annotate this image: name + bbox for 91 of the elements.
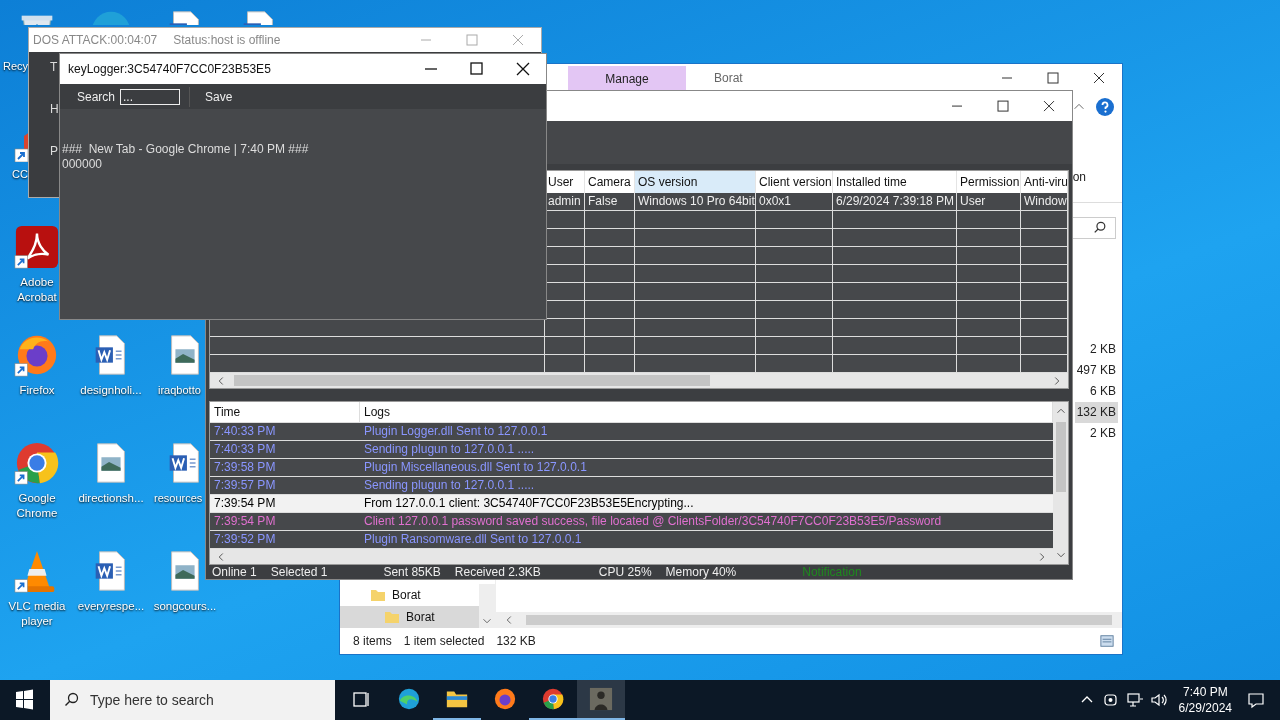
desktop-icon-label: VLC media player: [7, 599, 67, 629]
search-label: Search: [77, 89, 116, 104]
log-time: 7:39:58 PM: [213, 459, 277, 476]
table-cell: 0x0x1: [756, 193, 833, 210]
desktop-icon-label: designholi...: [79, 383, 143, 398]
file-size[interactable]: 497 KB: [1074, 360, 1118, 381]
column-header[interactable]: Anti-viru: [1021, 171, 1068, 193]
window-title: DOS ATTACK:00:04:07: [33, 33, 158, 47]
scrollbar[interactable]: [210, 373, 1068, 388]
column-header[interactable]: Installed time: [833, 171, 957, 193]
log-message: Plugin Ransomware.dll Sent to 127.0.0.1: [363, 531, 583, 548]
log-time: 7:39:54 PM: [213, 513, 277, 530]
file-size[interactable]: 2 KB: [1088, 339, 1118, 360]
table-cell: User: [957, 193, 1021, 210]
notification-label: Notification: [802, 565, 862, 579]
log-message: Plugin Miscellaneous.dll Sent to 127.0.0.1: [363, 459, 588, 476]
save-button[interactable]: Save: [199, 87, 239, 106]
details-view-icon[interactable]: [1100, 634, 1114, 648]
folder-icon: [370, 587, 386, 603]
status-text: Received 2.3KB: [454, 565, 541, 579]
scrollbar[interactable]: [1053, 402, 1068, 564]
file-size[interactable]: 6 KB: [1088, 381, 1118, 402]
scrollbar[interactable]: [496, 612, 1122, 628]
log-message: Client 127.0.0.1 password saved success, file located @ ClientsFolder/3C54740F7CC0F23B53E5/Password: [363, 513, 943, 530]
status-text: 132 KB: [496, 634, 536, 648]
status-text: Sent 85KB: [383, 565, 441, 579]
log-message: Sending plugun to 127.0.0.1 .....: [363, 477, 536, 494]
desktop-icon-label: resources: [154, 491, 203, 506]
scrollbar-thumb[interactable]: [526, 615, 1112, 625]
log-message: From 127.0.0.1 client: 3C54740F7CC0F23B53E5Encrypting...: [363, 495, 695, 512]
scrollbar[interactable]: [210, 549, 1053, 564]
log-time: 7:39:57 PM: [213, 477, 277, 494]
desktop-icon-label: songcours...: [152, 599, 218, 614]
status-text: CPU 25%: [598, 565, 652, 579]
ribbon-tab[interactable]: Manage: [568, 66, 686, 92]
desktop-icon-label: Recy: [3, 59, 29, 74]
tree-item[interactable]: Borat: [340, 606, 479, 628]
table-cell: False: [585, 193, 635, 210]
table-cell: 6/29/2024 7:39:18 PM: [833, 193, 957, 210]
search-field[interactable]: ...: [120, 88, 181, 105]
notification-icon[interactable]: [1246, 690, 1266, 710]
desktop-icon-label: Google Chrome: [15, 491, 59, 521]
desktop-icon-label: directionsh...: [77, 491, 145, 506]
log-message: Plugin Logger.dll Sent to 127.0.0.1: [363, 423, 549, 440]
status-text: Memory 40%: [665, 565, 737, 579]
table-cell: Windows 10 Pro 64bit: [635, 193, 756, 210]
window-title: keyLogger:3C54740F7CC0F23B53E5: [68, 62, 271, 76]
status-text: 1 item selected: [403, 634, 485, 648]
status-text: Status:host is offline: [173, 33, 281, 47]
network-icon[interactable]: [1124, 690, 1145, 710]
status-text: Selected 1: [270, 565, 328, 579]
log-line: 000000: [62, 157, 104, 172]
log-line: ### New Tab - Google Chrome | 7:40 PM ###: [62, 142, 310, 157]
help-icon[interactable]: [1096, 98, 1114, 116]
desktop-icon-label: CC: [12, 167, 28, 182]
scrollbar-thumb[interactable]: [234, 375, 710, 386]
scrollbar[interactable]: [479, 584, 495, 628]
ribbon-label: on: [1072, 170, 1086, 184]
log-time: 7:39:52 PM: [213, 531, 277, 548]
log-time: 7:39:54 PM: [213, 495, 277, 512]
clock-time[interactable]: 7:40 PM: [1182, 684, 1228, 700]
search-field[interactable]: Type here to search: [50, 680, 335, 720]
status-text: Online 1: [212, 565, 257, 579]
table-cell: Window: [1021, 193, 1068, 210]
column-header[interactable]: Client version: [756, 171, 833, 193]
desktop-icon-label: Adobe Acrobat: [16, 275, 58, 305]
desktop-icon-label: iraqbotto: [158, 383, 201, 398]
status-text: 8 items: [353, 634, 392, 648]
clock-date[interactable]: 6/29/2024: [1178, 700, 1232, 716]
column-header[interactable]: Time: [210, 402, 360, 422]
file-size[interactable]: 2 KB: [1088, 423, 1118, 444]
tree-item[interactable]: Borat: [340, 584, 479, 606]
log-time: 7:40:33 PM: [213, 423, 277, 440]
search-icon: [64, 692, 80, 708]
file-size[interactable]: 132 KB: [1074, 402, 1118, 423]
desktop-icon-label: Firefox: [18, 383, 56, 398]
log-time: 7:40:33 PM: [213, 441, 277, 458]
scrollbar-thumb[interactable]: [1055, 422, 1066, 492]
pdf-icon[interactable]: [14, 224, 60, 270]
column-header[interactable]: OS version: [635, 171, 756, 193]
app-icon[interactable]: [577, 680, 625, 720]
side-tab[interactable]: H: [50, 102, 59, 116]
folder-icon: [384, 609, 400, 625]
side-tab[interactable]: P: [50, 144, 58, 158]
column-header[interactable]: Permission: [957, 171, 1021, 193]
desktop-icon-label: everyrespe...: [76, 599, 146, 614]
side-tab[interactable]: T: [50, 60, 58, 74]
browser-icon[interactable]: [14, 440, 60, 486]
log-message: Sending plugun to 127.0.0.1 .....: [363, 441, 536, 458]
window-title: Borat: [714, 70, 743, 87]
search-icon: [1093, 221, 1107, 235]
